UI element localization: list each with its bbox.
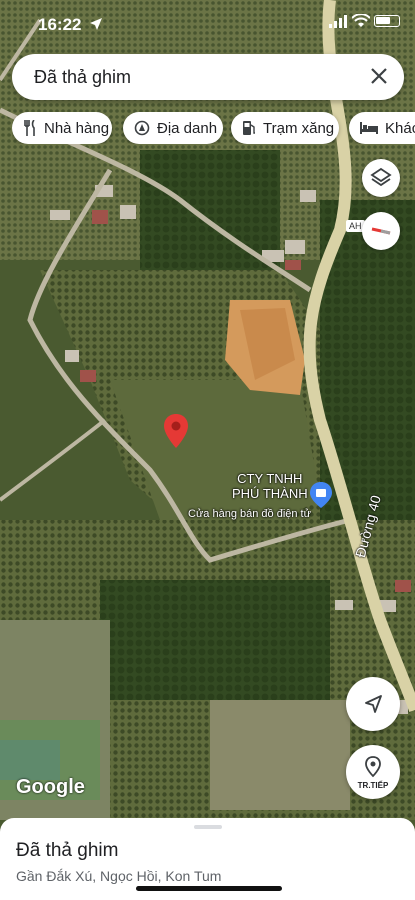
sheet-handle[interactable] [194, 825, 222, 829]
wifi-icon [352, 14, 370, 27]
location-services-icon [90, 18, 102, 30]
dropped-pin-icon[interactable] [164, 414, 188, 448]
chip-restaurants[interactable]: Nhà hàng [12, 112, 112, 144]
signal-icon [329, 15, 347, 28]
search-bar[interactable]: Đã thả ghim [12, 54, 404, 100]
place-pin-icon [365, 756, 381, 778]
chip-label: Khách [385, 119, 415, 137]
gas-station-icon [243, 121, 255, 135]
place-subtitle: Gần Đắk Xú, Ngọc Hồi, Kon Tum [16, 868, 222, 884]
bed-icon [360, 122, 378, 134]
category-chips: Nhà hàng Địa danh Trạm xăng Khách [12, 112, 415, 144]
landmark-icon [134, 120, 150, 136]
chip-label: Địa danh [157, 119, 218, 137]
chip-gas-stations[interactable]: Trạm xăng [231, 112, 339, 144]
fork-knife-icon [24, 120, 35, 136]
compass-button[interactable] [362, 212, 400, 250]
layers-icon [370, 167, 392, 187]
chip-label: Trạm xăng [263, 119, 335, 137]
status-time: 16:22 [38, 15, 82, 34]
search-input[interactable]: Đã thả ghim [34, 67, 131, 88]
battery-icon [374, 15, 400, 27]
next-button[interactable]: TR.TIẾP [346, 745, 400, 799]
status-bar: 16:22 [0, 0, 415, 48]
chip-hotels[interactable]: Khách [349, 112, 415, 144]
home-indicator[interactable] [136, 886, 282, 891]
chip-label: Nhà hàng [44, 119, 110, 137]
business-name[interactable]: CTY TNHH PHÚ THÀNH [232, 471, 308, 501]
my-location-button[interactable] [346, 677, 400, 731]
close-icon[interactable] [368, 65, 390, 87]
layers-button[interactable] [362, 159, 400, 197]
next-label: TR.TIẾP [357, 781, 389, 790]
business-marker-icon[interactable] [310, 482, 332, 508]
google-logo: Google [16, 776, 85, 798]
business-category[interactable]: Cửa hàng bán đồ điện tử [188, 508, 311, 520]
compass-icon [371, 227, 391, 235]
business-name-line1: CTY TNHH [237, 471, 303, 486]
place-title: Đã thả ghim [16, 840, 119, 861]
business-name-line2: PHÚ THÀNH [232, 486, 308, 501]
navigation-arrow-icon [365, 695, 382, 713]
chip-landmarks[interactable]: Địa danh [123, 112, 223, 144]
